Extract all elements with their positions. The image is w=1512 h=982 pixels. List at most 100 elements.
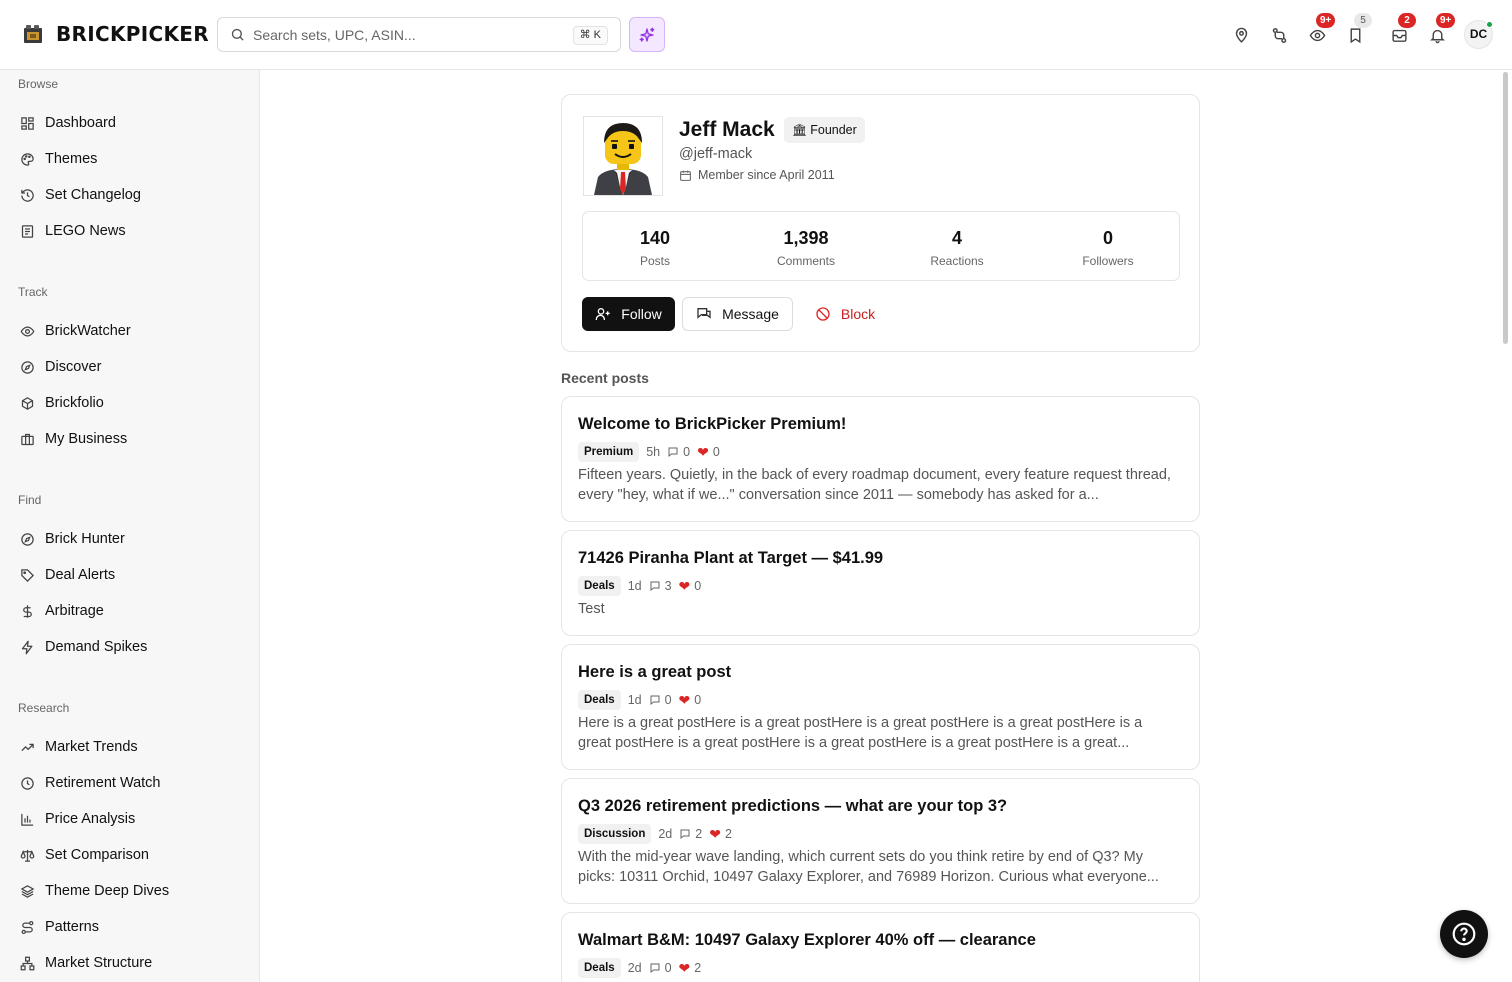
sidebar-item-patterns[interactable]: Patterns [20,917,99,937]
post-title[interactable]: Welcome to BrickPicker Premium! [578,415,846,434]
sidebar-item-label: Set Changelog [45,187,141,203]
top-bar: BRICKPICKER ⌘ K 9+ 5 2 9+ DC [0,0,1512,70]
comment-icon [668,447,678,458]
block-button[interactable]: Block [802,297,888,331]
bookmark-icon[interactable]: 5 [1344,13,1372,46]
post-card[interactable]: Welcome to BrickPicker Premium! Premium … [561,396,1200,522]
compass-icon [21,532,34,546]
post-tag: Deals [578,958,621,978]
help-button[interactable] [1440,910,1488,958]
sidebar-item-retirement-watch[interactable]: Retirement Watch [20,773,161,793]
search-icon [231,28,244,41]
sidebar-item-deal-alerts[interactable]: Deal Alerts [20,565,115,585]
stat-posts[interactable]: 140 Posts [580,228,730,268]
comment-count-value: 0 [664,693,672,707]
brand-logo[interactable]: BRICKPICKER [22,22,209,46]
post-age: 2d [627,961,642,975]
follow-button[interactable]: Follow [582,297,675,331]
sidebar: Browse Dashboard Themes Set Changelog LE… [0,70,260,982]
post-excerpt: Fifteen years. Quietly, in the back of e… [578,467,1171,503]
stat-label: Followers [1082,254,1134,268]
post-title[interactable]: Walmart B&M: 10497 Galaxy Explorer 40% o… [578,931,1036,950]
inbox-icon[interactable]: 2 [1388,13,1416,46]
box-icon [21,396,34,410]
ai-sparkle-button[interactable] [629,17,665,52]
comment-count-value: 3 [664,579,672,593]
reaction-count: ❤ 2 [709,827,732,841]
sidebar-item-price-analysis[interactable]: Price Analysis [20,809,135,829]
sidebar-item-my-business[interactable]: My Business [20,429,127,449]
section-title-track: Track [18,285,48,299]
page-scrollbar[interactable] [1503,72,1508,344]
sidebar-item-market-structure[interactable]: Market Structure [20,953,152,973]
founder-badge-label: Founder [810,123,857,137]
search-bar[interactable]: ⌘ K [217,17,621,52]
sidebar-item-lego-news[interactable]: LEGO News [20,221,126,241]
post-age: 1d [627,693,642,707]
stat-label: Reactions [930,254,984,268]
post-title[interactable]: 71426 Piranha Plant at Target — $41.99 [578,549,883,568]
stat-label: Comments [776,254,835,268]
sidebar-item-theme-deep-dives[interactable]: Theme Deep Dives [20,881,169,901]
sidebar-item-demand-spikes[interactable]: Demand Spikes [20,637,147,657]
comment-icon [680,829,690,840]
post-excerpt: With the mid-year wave landing, which cu… [578,849,1159,885]
recent-posts-title: Recent posts [561,370,649,386]
sidebar-item-label: Market Structure [45,955,153,971]
post-card[interactable]: Q3 2026 retirement predictions — what ar… [561,778,1200,904]
sidebar-item-brickfolio[interactable]: Brickfolio [20,393,104,413]
post-card[interactable]: 71426 Piranha Plant at Target — $41.99 D… [561,530,1200,636]
post-title[interactable]: Here is a great post [578,663,731,682]
search-shortcut: ⌘ K [572,26,608,45]
location-pin-icon[interactable] [1230,24,1252,46]
sidebar-item-set-comparison[interactable]: Set Comparison [20,845,149,865]
post-meta: Deals 1d 3 ❤ 0 [578,576,701,596]
sidebar-item-label: Deal Alerts [45,567,116,583]
post-card[interactable]: Walmart B&M: 10497 Galaxy Explorer 40% o… [561,912,1200,982]
section-title-find: Find [18,493,42,507]
stat-value: 140 [639,228,671,248]
compare-icon[interactable] [1268,24,1290,46]
search-input[interactable] [253,26,553,43]
stat-reactions[interactable]: 4 Reactions [882,228,1032,268]
user-plus-icon [595,308,610,320]
sidebar-item-set-changelog[interactable]: Set Changelog [20,185,141,205]
post-card[interactable]: Here is a great post Deals 1d 0 ❤ 0 Here… [561,644,1200,770]
sidebar-item-label: My Business [45,431,128,447]
dashboard-icon [21,116,34,130]
sidebar-item-label: Dashboard [45,115,116,131]
post-excerpt: Here is a great postHere is a great post… [578,715,1143,751]
sidebar-item-label: Set Comparison [45,847,149,863]
calendar-icon [680,170,691,181]
sidebar-item-brickwatcher[interactable]: BrickWatcher [20,321,131,341]
stat-comments[interactable]: 1,398 Comments [731,228,881,268]
post-age: 2d [658,827,673,841]
sidebar-item-dashboard[interactable]: Dashboard [20,113,116,133]
lightning-icon [21,640,33,654]
post-age: 5h [646,445,661,459]
sidebar-item-arbitrage[interactable]: Arbitrage [20,601,104,621]
stat-followers[interactable]: 0 Followers [1033,228,1183,268]
member-since-text: Member since April 2011 [698,168,835,182]
watch-eye-icon[interactable]: 9+ [1306,13,1336,46]
stat-value: 1,398 [783,228,829,248]
reaction-count: ❤ 0 [679,579,702,593]
sparkle-icon [639,27,655,42]
comment-count: 0 [667,445,690,459]
stat-label: Posts [639,254,670,268]
bell-icon[interactable]: 9+ [1426,13,1456,46]
comment-count-value: 0 [664,961,672,975]
profile-card: Jeff Mack 🏛 Founder @jeff-mack Member si… [561,94,1200,352]
sidebar-item-discover[interactable]: Discover [20,357,101,377]
heart-icon: ❤ [697,444,709,460]
sidebar-item-market-trends[interactable]: Market Trends [20,737,138,757]
sidebar-item-themes[interactable]: Themes [20,149,97,169]
message-button[interactable]: Message [682,297,793,331]
post-title[interactable]: Q3 2026 retirement predictions — what ar… [578,797,1007,816]
sidebar-item-label: Market Trends [45,739,138,755]
reaction-count-value: 2 [694,961,702,975]
sidebar-item-brick-hunter[interactable]: Brick Hunter [20,529,125,549]
sidebar-item-label: Retirement Watch [45,775,161,791]
user-avatar[interactable]: DC [1464,20,1493,49]
sidebar-item-label: Arbitrage [45,603,104,619]
